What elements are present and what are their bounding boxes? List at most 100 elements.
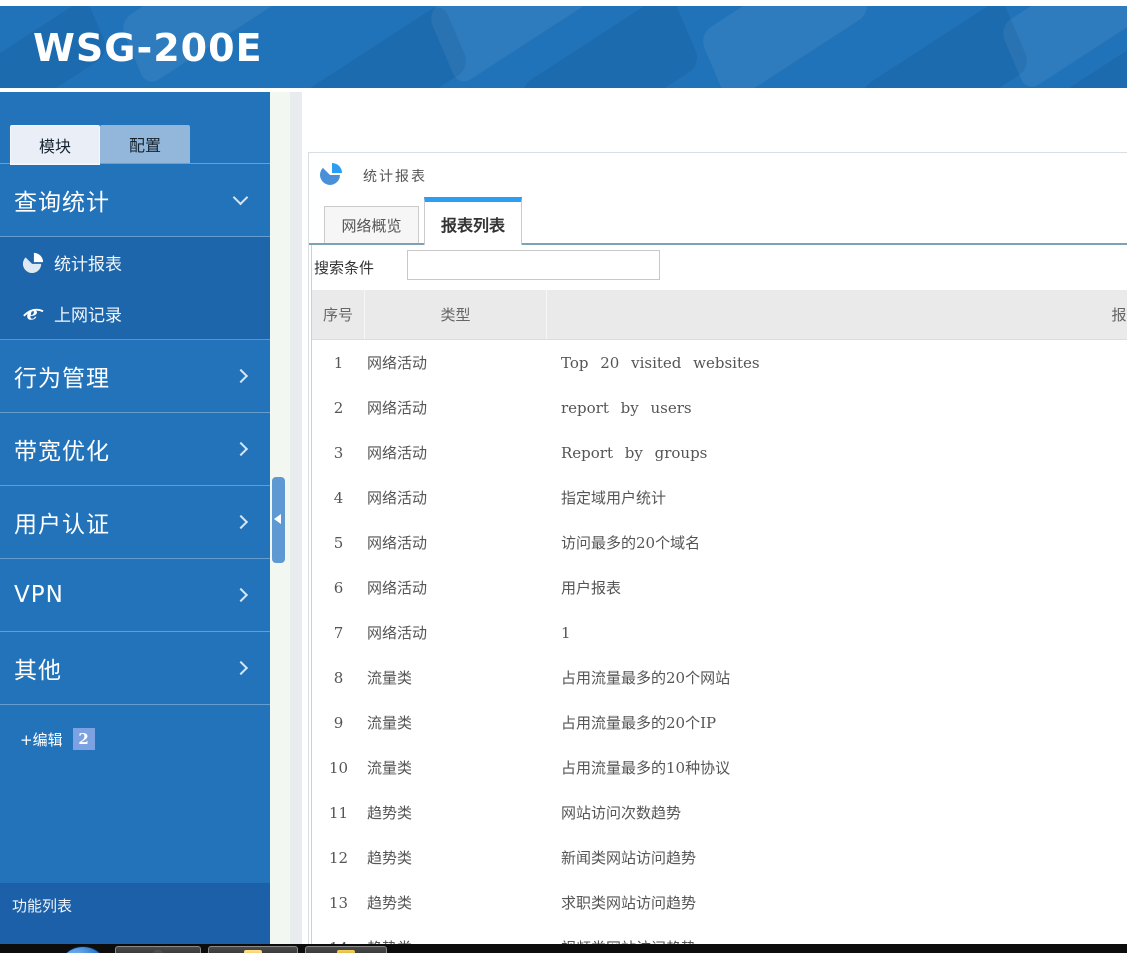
sidebar-collapse-handle[interactable]	[272, 477, 285, 563]
row-report-name: 访问最多的20个域名	[561, 534, 701, 552]
row-number: 7	[333, 623, 344, 642]
row-number: 12	[328, 848, 349, 867]
sidebar-item-behavior-mgmt[interactable]: 行为管理	[0, 340, 270, 413]
row-report-name: 指定域用户统计	[561, 489, 667, 507]
sidebar-subitem-label: 统计报表	[54, 255, 122, 275]
sidebar-tab-config[interactable]: 配置	[100, 125, 190, 163]
chevron-right-icon	[233, 587, 249, 603]
row-number: 4	[333, 488, 344, 507]
row-report-type: 趋势类	[367, 804, 413, 822]
table-row[interactable]: 13 趋势类 求职类网站访问趋势	[312, 880, 1127, 925]
taskbar-folder-button[interactable]	[208, 946, 298, 953]
row-report-type: 网络活动	[367, 399, 428, 417]
report-list-content: 搜索条件 序号 类型 报表名称 1 网络活动 Top 20 visited we…	[311, 245, 1127, 953]
table-row[interactable]: 12 趋势类 新闻类网站访问趋势	[312, 835, 1127, 880]
sidebar-item-label: 查询统计	[14, 190, 110, 216]
table-row[interactable]: 2 网络活动 report by users	[312, 385, 1127, 430]
row-number: 6	[333, 578, 344, 597]
row-report-name: 1	[561, 623, 571, 642]
search-label: 搜索条件	[314, 259, 375, 277]
content-gutter	[290, 92, 302, 944]
table-row[interactable]: 11 趋势类 网站访问次数趋势	[312, 790, 1127, 835]
product-logo: WSG-200E	[33, 26, 263, 70]
sidebar-nav: 查询统计 统计报表 e 上网记录 行为管理 带宽优化 用户认证 VPN 其他	[0, 163, 270, 705]
row-report-type: 流量类	[367, 714, 413, 732]
table-row[interactable]: 8 流量类 占用流量最多的20个网站	[312, 655, 1127, 700]
row-report-name: 用户报表	[561, 579, 622, 597]
sidebar-item-label: 行为管理	[14, 366, 110, 392]
sidebar: 模块 配置 查询统计 统计报表 e 上网记录 行为管理 带宽优化 用户认证 VP…	[0, 92, 270, 944]
row-report-type: 网络活动	[367, 489, 428, 507]
panel-header: 统计报表	[319, 162, 427, 190]
sidebar-subitem-label: 上网记录	[54, 306, 122, 326]
row-report-type: 网络活动	[367, 579, 428, 597]
column-header-name: 报表名称	[547, 290, 1127, 339]
table-row[interactable]: 6 网络活动 用户报表	[312, 565, 1127, 610]
sidebar-item-user-auth[interactable]: 用户认证	[0, 486, 270, 559]
column-header-type: 类型	[365, 290, 547, 339]
row-report-name: 占用流量最多的20个网站	[561, 669, 731, 687]
table-row[interactable]: 1 网络活动 Top 20 visited websites	[312, 340, 1127, 385]
sidebar-item-label: VPN	[14, 582, 64, 608]
taskbar-window-button[interactable]	[115, 946, 201, 953]
wsg-200e-admin-page: WSG-200E 模块 配置 查询统计 统计报表 e 上网记录 行为管理 带宽优…	[0, 0, 1127, 953]
row-number: 13	[328, 893, 349, 912]
row-report-name: Report by groups	[561, 443, 708, 462]
row-number: 11	[328, 803, 349, 822]
sidebar-item-label: 带宽优化	[14, 439, 110, 465]
sidebar-footer: 功能列表	[0, 883, 270, 944]
table-row[interactable]: 5 网络活动 访问最多的20个域名	[312, 520, 1127, 565]
table-row[interactable]: 7 网络活动 1	[312, 610, 1127, 655]
sidebar-subitem-web-records[interactable]: e 上网记录	[0, 288, 270, 339]
sidebar-item-label: 用户认证	[14, 512, 110, 538]
sidebar-item-vpn[interactable]: VPN	[0, 559, 270, 632]
row-report-name: 新闻类网站访问趋势	[561, 849, 697, 867]
sidebar-tab-modules-label: 模块	[38, 137, 71, 156]
sidebar-item-query-stats[interactable]: 查询统计	[0, 164, 270, 237]
report-table: 序号 类型 报表名称 1 网络活动 Top 20 visited website…	[312, 290, 1127, 953]
row-report-name: report by users	[561, 398, 692, 417]
sidebar-item-bandwidth-opt[interactable]: 带宽优化	[0, 413, 270, 486]
function-list-label: 功能列表	[12, 897, 73, 915]
edit-count-badge: 2	[72, 728, 95, 750]
chevron-right-icon	[233, 514, 249, 530]
page-title: 统计报表	[363, 169, 427, 185]
tab-report-list[interactable]: 报表列表	[424, 197, 522, 245]
row-report-type: 趋势类	[367, 894, 413, 912]
row-number: 1	[333, 353, 344, 372]
report-panel: 统计报表 网络概览 报表列表 搜索条件 序号 类型 报表名称	[308, 152, 1127, 953]
row-report-type: 网络活动	[367, 354, 428, 372]
ie-browser-icon: e	[20, 303, 46, 325]
table-row[interactable]: 4 网络活动 指定域用户统计	[312, 475, 1127, 520]
column-header-no: 序号	[312, 290, 365, 339]
table-row[interactable]: 10 流量类 占用流量最多的10种协议	[312, 745, 1127, 790]
search-input[interactable]	[407, 250, 660, 280]
edit-button-label: +编辑	[20, 730, 63, 749]
sidebar-item-label: 其他	[14, 658, 62, 684]
row-report-type: 网络活动	[367, 444, 428, 462]
edit-button[interactable]: +编辑 2	[20, 727, 95, 751]
table-header: 序号 类型 报表名称	[312, 290, 1127, 340]
sidebar-tabs: 模块 配置	[0, 125, 270, 165]
sidebar-tab-modules[interactable]: 模块	[10, 125, 100, 165]
sidebar-tab-config-label: 配置	[128, 136, 161, 155]
row-report-type: 流量类	[367, 669, 413, 687]
row-report-name: Top 20 visited websites	[561, 353, 760, 372]
search-row: 搜索条件	[312, 245, 1127, 290]
row-report-type: 网络活动	[367, 534, 428, 552]
row-report-name: 占用流量最多的10种协议	[561, 759, 731, 777]
row-number: 8	[333, 668, 344, 687]
row-number: 5	[333, 533, 344, 552]
chevron-right-icon	[233, 441, 249, 457]
triangle-left-icon	[274, 514, 281, 524]
table-row[interactable]: 3 网络活动 Report by groups	[312, 430, 1127, 475]
table-row[interactable]: 9 流量类 占用流量最多的20个IP	[312, 700, 1127, 745]
tab-network-overview[interactable]: 网络概览	[324, 206, 419, 244]
taskbar-app-button[interactable]	[305, 946, 387, 953]
tab-label: 网络概览	[341, 216, 402, 235]
sidebar-item-other[interactable]: 其他	[0, 632, 270, 705]
row-number: 2	[333, 398, 344, 417]
row-number: 9	[333, 713, 344, 732]
sidebar-subitem-stat-reports[interactable]: 统计报表	[0, 237, 270, 288]
chevron-down-icon	[232, 189, 249, 205]
